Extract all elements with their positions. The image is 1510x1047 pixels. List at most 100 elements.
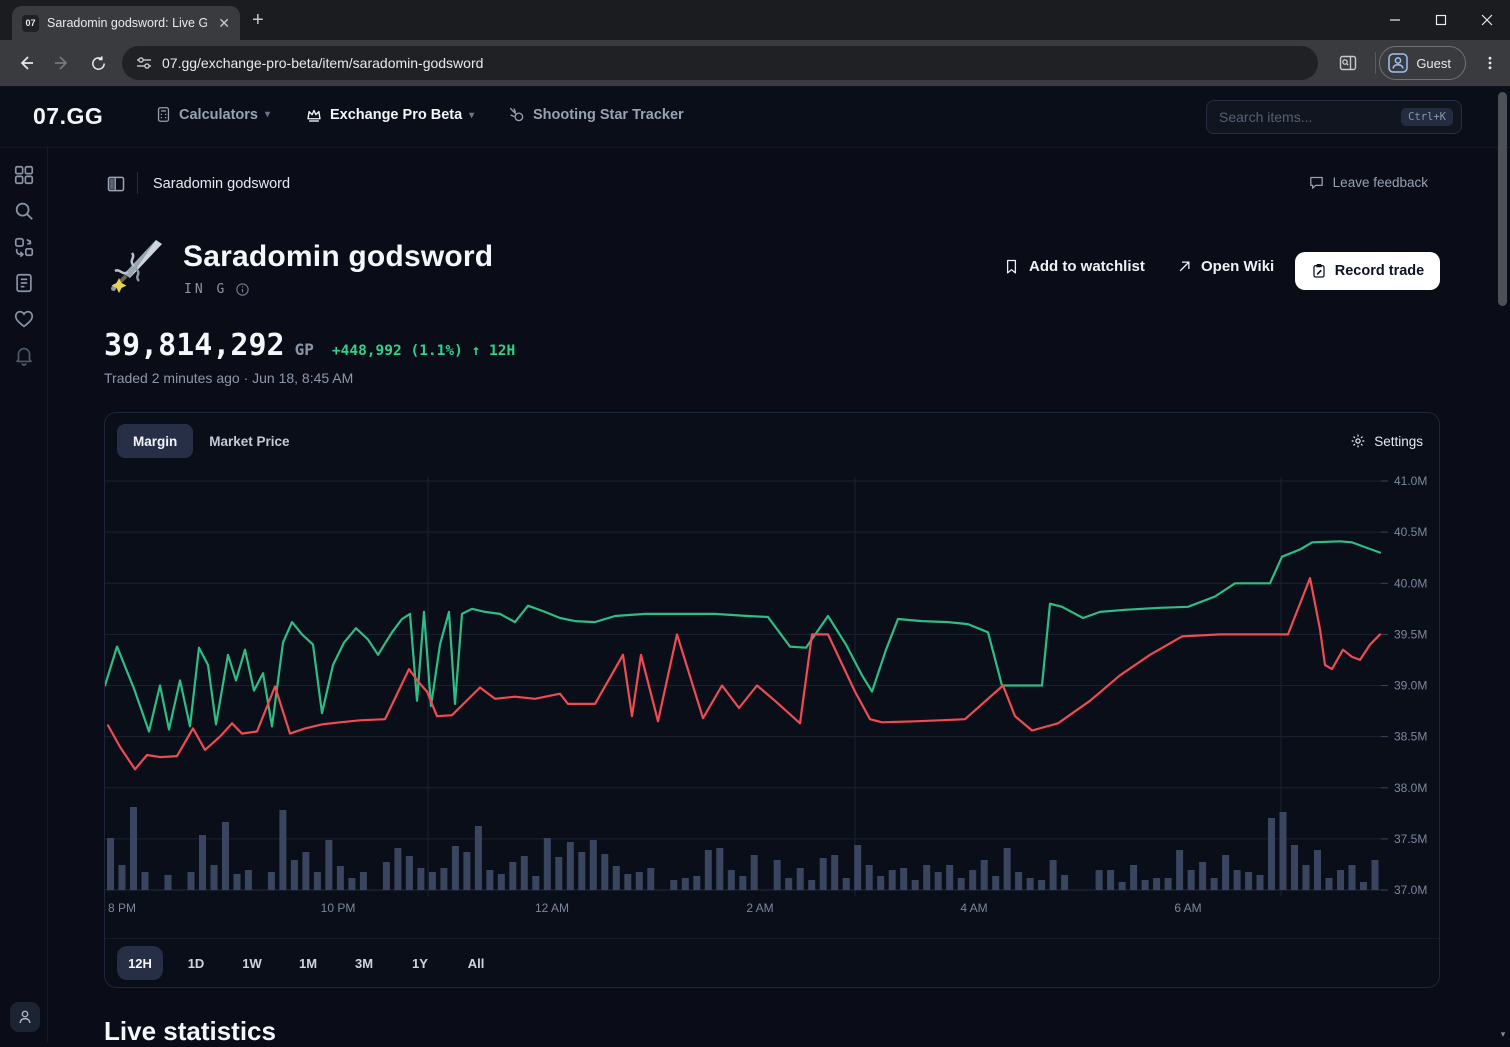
sidebar-swap-button[interactable] [13,236,35,258]
range-all-button[interactable]: All [453,946,499,980]
tab-margin[interactable]: Margin [117,424,193,458]
range-3m-button[interactable]: 3M [341,946,387,980]
chat-bubble-icon [1308,174,1325,191]
url-bar[interactable]: 07.gg/exchange-pro-beta/item/saradomin-g… [122,46,1318,80]
nav-star-tracker[interactable]: Shooting Star Tracker [508,106,684,124]
site-settings-icon[interactable] [136,55,152,71]
nav-exchange-pro-label: Exchange Pro Beta [330,107,462,123]
nav-exchange-pro[interactable]: Exchange Pro Beta ▾ [305,106,474,124]
chart-card: Margin Market Price Settings 41.0M40.5M4… [104,412,1440,988]
range-1y-button[interactable]: 1Y [397,946,443,980]
main-content: Saradomin godsword Leave feedback Sarado… [49,148,1510,1042]
reload-icon [90,55,107,72]
add-to-watchlist-button[interactable]: Add to watchlist [1003,258,1145,275]
back-button[interactable] [12,49,40,77]
item-name: Saradomin godsword [183,240,493,274]
chart-settings-button[interactable]: Settings [1350,433,1423,449]
open-wiki-button[interactable]: Open Wiki [1177,258,1274,275]
side-panel-search-button[interactable] [1334,49,1362,77]
maximize-icon [1435,14,1447,26]
tab-close-icon[interactable]: ✕ [218,15,230,32]
nav-star-tracker-label: Shooting Star Tracker [533,107,684,123]
profile-button[interactable]: Guest [1379,46,1466,80]
minimize-icon [1389,14,1401,26]
svg-text:12 AM: 12 AM [535,901,569,915]
info-icon[interactable] [235,282,250,297]
reload-button[interactable] [84,49,112,77]
svg-text:39.0M: 39.0M [1394,679,1427,693]
sidebar-alerts-button[interactable] [13,344,35,366]
sidebar-dashboard-button[interactable] [13,164,35,186]
new-tab-button[interactable]: + [252,10,264,30]
leave-feedback-label: Leave feedback [1333,175,1428,190]
crown-icon [305,106,323,124]
grid-icon [13,164,35,186]
last-traded-text: Traded 2 minutes ago · Jun 18, 8:45 AM [104,370,353,386]
time-range-group: 12H 1D 1W 1M 3M 1Y All [105,938,1439,987]
window-close-button[interactable] [1464,0,1510,40]
item-image-saradomin-godsword [106,236,166,296]
forward-button[interactable] [48,49,76,77]
forward-icon [53,54,71,72]
window-maximize-button[interactable] [1418,0,1464,40]
item-price: 39,814,292 [104,328,285,363]
price-chart[interactable]: 41.0M40.5M40.0M39.5M39.0M38.5M38.0M37.5M… [105,463,1441,925]
item-tags: IN G [184,282,227,297]
chevron-down-icon: ▾ [469,110,474,121]
gear-icon [1350,433,1366,449]
browser-tabstrip: 07 Saradomin godsword: Live GE P ✕ + [0,0,1510,40]
svg-text:40.0M: 40.0M [1394,576,1427,590]
svg-text:38.5M: 38.5M [1394,730,1427,744]
document-icon [13,272,35,294]
window-minimize-button[interactable] [1372,0,1418,40]
search-input[interactable] [1219,109,1401,125]
arrow-up-right-icon [1177,259,1192,274]
record-trade-button[interactable]: Record trade [1295,252,1440,290]
price-change: +448,992 (1.1%) ↑ 12H [332,343,515,359]
chevron-down-icon: ▾ [265,109,270,120]
bookmark-icon [1003,258,1020,275]
profile-label: Guest [1416,56,1451,71]
price-block: 39,814,292 GP +448,992 (1.1%) ↑ 12H [104,328,515,363]
range-1m-button[interactable]: 1M [285,946,331,980]
tab-market-price[interactable]: Market Price [193,424,305,458]
site-header: 07.GG Calculators ▾ Exchange Pro Beta ▾ … [0,86,1510,148]
svg-text:8 PM: 8 PM [108,901,136,915]
swap-icon [13,236,35,258]
add-to-watchlist-label: Add to watchlist [1029,258,1145,275]
kebab-menu-icon [1483,56,1497,70]
clipboard-pen-icon [1311,263,1327,279]
sidebar-search-button[interactable] [13,200,35,222]
svg-text:37.5M: 37.5M [1394,832,1427,846]
svg-text:10 PM: 10 PM [321,901,356,915]
breadcrumb-divider [137,172,138,194]
panel-toggle-icon [106,174,126,194]
comet-icon [508,106,526,124]
range-1d-button[interactable]: 1D [173,946,219,980]
sidebar-favorites-button[interactable] [13,308,35,330]
range-12h-button[interactable]: 12H [117,946,163,980]
range-1w-button[interactable]: 1W [229,946,275,980]
svg-text:39.5M: 39.5M [1394,627,1427,641]
icon-sidebar [0,148,48,1042]
browser-menu-button[interactable] [1476,49,1504,77]
nav-calculators[interactable]: Calculators ▾ [155,106,270,123]
panel-toggle-button[interactable] [106,174,126,194]
breadcrumb: Saradomin godsword [153,176,290,192]
scrollbar-down-arrow[interactable]: ▾ [1497,1028,1509,1040]
leave-feedback-button[interactable]: Leave feedback [1308,174,1428,191]
nav-calculators-label: Calculators [179,107,258,123]
svg-text:6 AM: 6 AM [1174,901,1201,915]
item-search[interactable]: Ctrl+K [1206,100,1462,134]
svg-text:37.0M: 37.0M [1394,883,1427,897]
site-logo[interactable]: 07.GG [33,103,103,130]
tab-favicon: 07 [22,15,39,32]
close-icon [1481,14,1493,26]
browser-toolbar: 07.gg/exchange-pro-beta/item/saradomin-g… [0,40,1510,86]
svg-text:41.0M: 41.0M [1394,474,1427,488]
browser-tab[interactable]: 07 Saradomin godsword: Live GE P ✕ [12,6,240,40]
scrollbar-thumb[interactable] [1498,92,1507,306]
sidebar-notes-button[interactable] [13,272,35,294]
url-text: 07.gg/exchange-pro-beta/item/saradomin-g… [162,55,483,71]
sidebar-profile-button[interactable] [10,1002,40,1032]
